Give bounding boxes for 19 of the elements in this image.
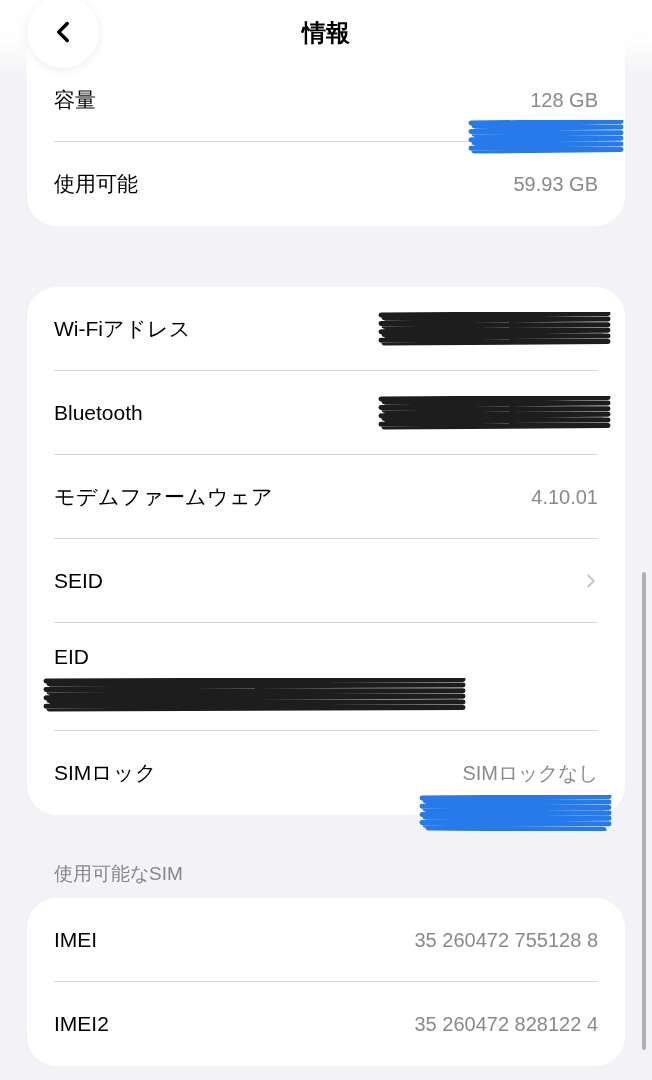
row-value: 128 GB	[530, 87, 598, 113]
settings-row[interactable]: SEID	[54, 539, 598, 623]
row-label: 容量	[54, 86, 96, 113]
section-header: 使用可能なSIM	[54, 861, 183, 886]
row-value: 35 260472 755128 8	[414, 927, 598, 953]
row-label: EID	[54, 643, 90, 670]
row-label: SIMロック	[54, 760, 158, 787]
row-value: SIMロックなし	[462, 761, 598, 786]
row-label: モデムファームウェア	[54, 483, 273, 510]
row-label: IMEI2	[54, 1011, 109, 1038]
row-value: 59.93 GB	[513, 172, 598, 197]
row-label: Wi-Fiアドレス	[54, 315, 191, 342]
row-label: SEID	[54, 567, 103, 594]
row-label: IMEI	[54, 926, 98, 953]
row-label: 使用可能	[54, 171, 138, 198]
row-value: 35 260472 828122 4	[414, 1012, 598, 1037]
row-label: Bluetooth	[54, 399, 143, 426]
nav-title: 情報	[302, 18, 350, 48]
row-value: 4.10.01	[531, 484, 598, 510]
